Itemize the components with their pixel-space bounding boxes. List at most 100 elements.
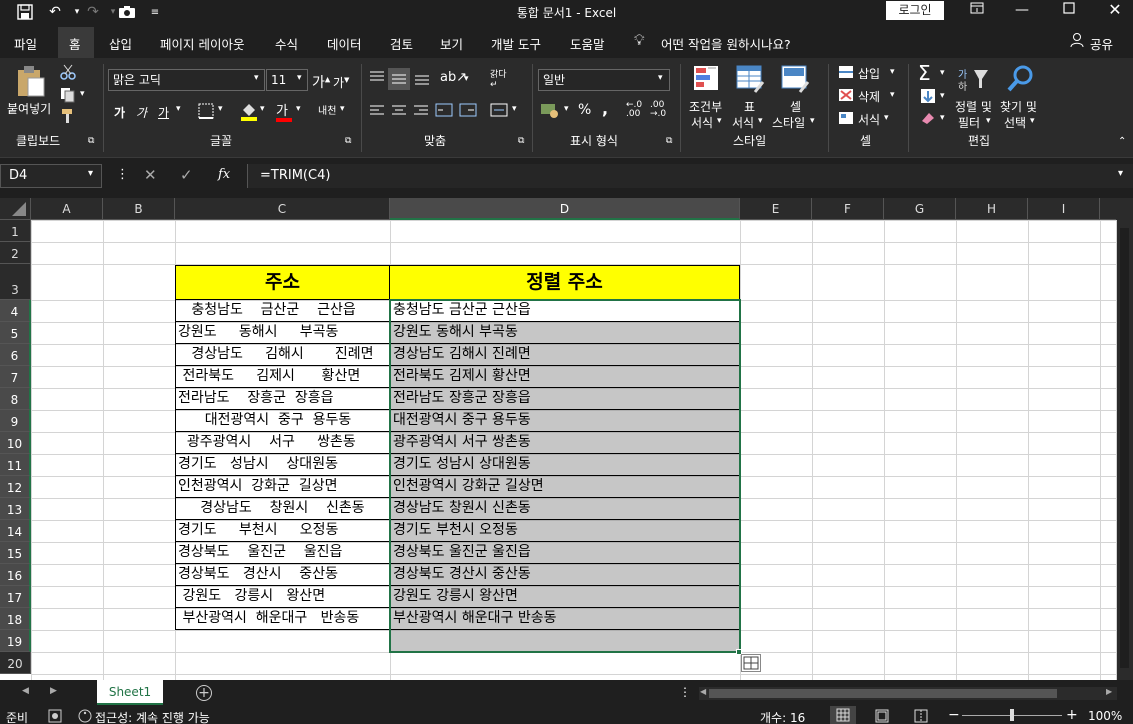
fill-color-icon[interactable] xyxy=(240,101,258,124)
name-box-dropdown-icon[interactable]: ▾ xyxy=(88,168,93,179)
orientation-dropdown-icon[interactable]: ▾ xyxy=(464,74,469,84)
comma-button[interactable]: , xyxy=(602,99,608,118)
address-cell[interactable]: 경상북도 울진군 울진읍 xyxy=(175,542,390,564)
tab-review[interactable]: 검토 xyxy=(390,34,413,53)
column-header-h[interactable]: H xyxy=(956,198,1028,220)
trimmed-address-cell[interactable]: 대전광역시 중구 용두동 xyxy=(390,410,740,432)
column-header-f[interactable]: F xyxy=(812,198,884,220)
address-cell[interactable]: 경상북도 경산시 중산동 xyxy=(175,564,390,586)
trimmed-address-cell[interactable]: 경상북도 경산시 중산동 xyxy=(390,564,740,586)
row-header[interactable]: 6 xyxy=(0,344,31,366)
column-header-a[interactable]: A xyxy=(31,198,103,220)
cancel-icon[interactable]: ✕ xyxy=(144,166,157,184)
column-header-i[interactable]: I xyxy=(1028,198,1100,220)
address-cell[interactable]: 경상남도 김해시 진례면 xyxy=(175,344,390,366)
cell-styles-icon[interactable] xyxy=(780,64,810,97)
clear-dropdown-icon[interactable]: ▾ xyxy=(940,113,945,123)
tab-home[interactable]: 홈 xyxy=(69,34,81,53)
next-sheet-icon[interactable]: ▶ xyxy=(50,686,57,696)
prev-sheet-icon[interactable]: ◀ xyxy=(22,686,29,696)
clear-icon[interactable] xyxy=(920,111,936,128)
close-icon[interactable]: ✕ xyxy=(1092,0,1133,22)
row-header[interactable]: 10 xyxy=(0,432,31,454)
trimmed-address-cell[interactable]: 경기도 성남시 상대원동 xyxy=(390,454,740,476)
tab-view[interactable]: 보기 xyxy=(440,34,463,53)
minimize-icon[interactable]: — xyxy=(999,0,1045,22)
header-cell-address[interactable]: 주소 xyxy=(175,265,390,300)
address-cell[interactable]: 전라북도 김제시 황산면 xyxy=(175,366,390,388)
row-header[interactable]: 15 xyxy=(0,542,31,564)
row-header[interactable]: 11 xyxy=(0,454,31,476)
row-header[interactable]: 3 xyxy=(0,264,31,300)
grow-font-icon[interactable]: 가▲ xyxy=(312,72,330,92)
row-header[interactable]: 19 xyxy=(0,630,31,652)
tab-data[interactable]: 데이터 xyxy=(327,34,362,53)
quick-analysis-icon[interactable] xyxy=(741,654,761,672)
horizontal-scrollbar[interactable] xyxy=(699,687,1117,700)
vertical-scrollbar[interactable] xyxy=(1116,198,1133,680)
percent-button[interactable]: % xyxy=(578,102,591,118)
accessibility-status[interactable]: 접근성: 계속 진행 가능 xyxy=(95,709,210,724)
row-header[interactable]: 7 xyxy=(0,366,31,388)
tab-split-icon[interactable]: ⋮ xyxy=(679,685,691,699)
tab-formulas[interactable]: 수식 xyxy=(275,34,298,53)
expand-formula-icon[interactable]: ▾ xyxy=(1118,168,1123,179)
address-cell[interactable]: 충청남도 금산군 근산읍 xyxy=(175,300,390,322)
shrink-font-icon[interactable]: 가▼ xyxy=(333,74,349,91)
format-as-table-icon[interactable] xyxy=(735,64,765,97)
zoom-level[interactable]: 100% xyxy=(1088,709,1122,723)
row-header[interactable]: 2 xyxy=(0,242,31,264)
align-center-icon[interactable] xyxy=(391,104,407,121)
fill-icon[interactable] xyxy=(920,88,936,107)
underline-dropdown-icon[interactable]: ▾ xyxy=(176,104,181,114)
trimmed-address-cell[interactable]: 인천광역시 강화군 길상면 xyxy=(390,476,740,498)
copy-dropdown-icon[interactable]: ▾ xyxy=(80,89,85,99)
insert-cells-icon[interactable] xyxy=(838,65,854,82)
autosum-icon[interactable]: Σ xyxy=(918,61,931,85)
find-select-icon[interactable] xyxy=(1006,64,1036,97)
trimmed-address-cell[interactable]: 강원도 동해시 부곡동 xyxy=(390,322,740,344)
number-format-dropdown[interactable]: 일반 xyxy=(538,69,670,91)
sort-filter-label1[interactable]: 정렬 및 xyxy=(955,98,992,115)
font-color-icon[interactable]: 가 xyxy=(276,100,292,122)
copy-icon[interactable] xyxy=(60,87,76,106)
align-bottom-icon[interactable] xyxy=(414,72,430,89)
share-button[interactable]: 공유 xyxy=(1090,34,1113,53)
address-cell[interactable]: 대전광역시 중구 용두동 xyxy=(175,410,390,432)
column-header-d[interactable]: D xyxy=(390,198,740,220)
align-left-icon[interactable] xyxy=(369,104,385,121)
wrap-text-icon[interactable]: 갉다 ↵ xyxy=(490,70,507,90)
page-layout-view-icon[interactable] xyxy=(875,709,889,724)
format-as-table-label1[interactable]: 표 xyxy=(744,98,755,115)
sheet-tab-sheet1[interactable]: Sheet1 xyxy=(97,680,163,705)
insert-cells-label[interactable]: 삽입 xyxy=(858,65,880,82)
paste-icon[interactable] xyxy=(16,64,46,101)
address-cell[interactable]: 강원도 동해시 부곡동 xyxy=(175,322,390,344)
sort-filter-label2[interactable]: 필터 xyxy=(958,114,980,131)
macro-record-icon[interactable] xyxy=(48,709,62,724)
maximize-icon[interactable] xyxy=(1046,0,1092,22)
add-sheet-icon[interactable]: + xyxy=(196,685,212,701)
conditional-format-icon[interactable] xyxy=(692,64,722,97)
login-button[interactable]: 로그인 xyxy=(886,1,944,20)
merge-dropdown-icon[interactable]: ▾ xyxy=(512,104,517,114)
scroll-left-icon[interactable]: ◀ xyxy=(700,687,706,696)
trimmed-address-cell[interactable]: 경상남도 김해시 진례면 xyxy=(390,344,740,366)
conditional-format-label1[interactable]: 조건부 xyxy=(689,98,722,115)
accessibility-icon[interactable] xyxy=(78,709,92,724)
ribbon-display-icon[interactable] xyxy=(954,0,1000,22)
page-break-view-icon[interactable] xyxy=(914,709,928,724)
column-header-b[interactable]: B xyxy=(103,198,175,220)
insert-function-icon[interactable]: fx xyxy=(218,167,230,182)
zoom-in-icon[interactable]: + xyxy=(1066,707,1078,723)
row-header[interactable]: 9 xyxy=(0,410,31,432)
accounting-dropdown-icon[interactable]: ▾ xyxy=(564,104,569,114)
trimmed-address-cell[interactable]: 부산광역시 해운대구 반송동 xyxy=(390,608,740,630)
row-header[interactable]: 4 xyxy=(0,300,31,322)
collapse-ribbon-icon[interactable]: ⌃ xyxy=(1118,136,1126,147)
row-header[interactable]: 8 xyxy=(0,388,31,410)
underline-button[interactable]: 가 xyxy=(158,104,169,121)
find-select-label1[interactable]: 찾기 및 xyxy=(1000,98,1037,115)
italic-button[interactable]: 가 xyxy=(136,104,147,121)
row-header[interactable]: 16 xyxy=(0,564,31,586)
